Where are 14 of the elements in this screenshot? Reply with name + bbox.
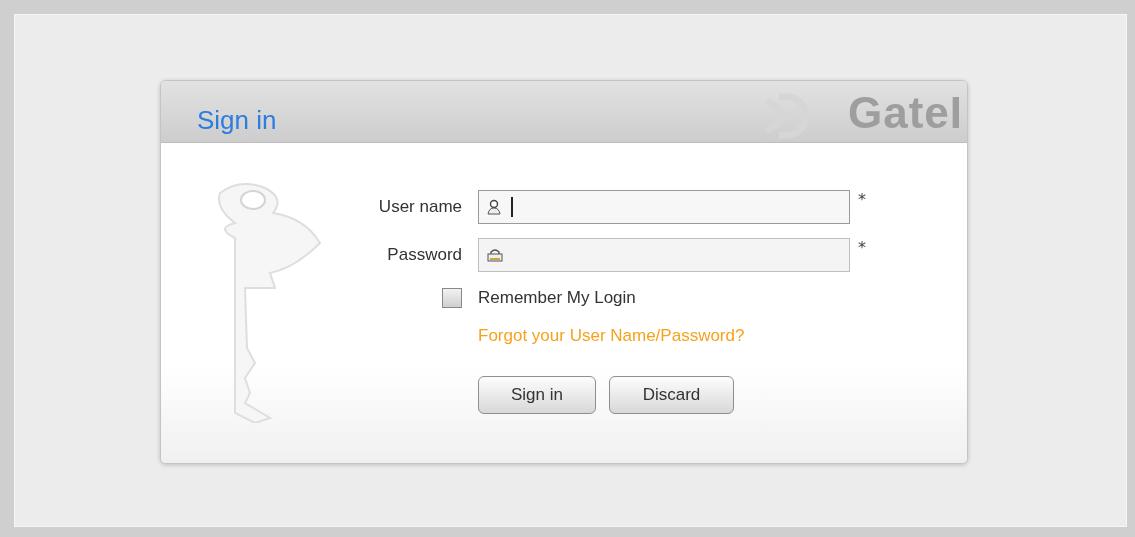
remember-checkbox[interactable] xyxy=(442,288,462,308)
required-marker: * xyxy=(858,238,866,257)
dialog-title: Sign in xyxy=(197,105,277,136)
user-icon xyxy=(487,199,501,215)
required-marker: * xyxy=(858,190,866,209)
discard-button[interactable]: Discard xyxy=(609,376,734,414)
password-field[interactable] xyxy=(478,238,850,272)
field-label: User name xyxy=(378,197,462,217)
logo-text: GateI xyxy=(847,91,963,135)
remember-label: Remember My Login xyxy=(478,288,637,308)
sign-in-button[interactable]: Sign in xyxy=(478,376,596,414)
lock-icon xyxy=(487,248,503,262)
username-field[interactable] xyxy=(478,190,850,224)
field-label: Password xyxy=(387,245,462,265)
